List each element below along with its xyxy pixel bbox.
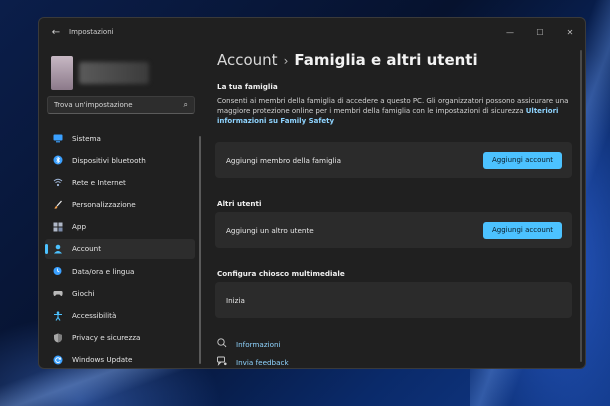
sidebar-item-bluetooth[interactable]: Dispositivi bluetooth	[45, 150, 195, 170]
sidebar-item-personalizzazione[interactable]: Personalizzazione	[45, 195, 195, 215]
monitor-icon	[53, 133, 63, 143]
sidebar-item-windows-update[interactable]: Windows Update	[45, 350, 195, 368]
sidebar-item-label: Data/ora e lingua	[72, 266, 135, 276]
add-other-account-button[interactable]: Aggiungi account	[483, 221, 562, 239]
help-chat-icon	[217, 338, 227, 350]
app-title: Impostazioni	[69, 28, 114, 36]
bluetooth-icon	[53, 155, 63, 165]
feedback-link-label: Invia feedback	[236, 357, 289, 367]
gamepad-icon	[53, 288, 63, 298]
brush-icon	[53, 200, 63, 210]
sidebar-item-app[interactable]: App	[45, 217, 195, 237]
sidebar-item-label: Accessibilità	[72, 311, 117, 320]
kiosk-section-title: Configura chiosco multimediale	[217, 269, 345, 278]
sidebar-scrollbar[interactable]	[199, 136, 201, 364]
sidebar-item-sistema[interactable]: Sistema	[45, 128, 195, 148]
sidebar-item-giochi[interactable]: Giochi	[45, 283, 195, 303]
sidebar-item-label: Dispositivi bluetooth	[72, 155, 146, 165]
apps-icon	[53, 222, 63, 232]
search-icon[interactable]: ⌕	[184, 100, 188, 110]
kiosk-start-card[interactable]: Inizia	[215, 282, 572, 318]
sidebar-item-privacy[interactable]: Privacy e sicurezza	[45, 328, 195, 348]
sidebar-item-label: Windows Update	[72, 355, 133, 365]
arrow-left-icon: ←	[51, 26, 61, 38]
sidebar-item-account[interactable]: Account	[45, 238, 195, 259]
info-link-label: Informazioni	[236, 339, 281, 349]
family-section-title: La tua famiglia	[217, 82, 278, 91]
update-icon	[53, 355, 63, 365]
sidebar-item-label: Giochi	[72, 288, 95, 298]
sidebar-item-accessibilita[interactable]: Accessibilità	[45, 306, 195, 326]
close-icon: ✕	[566, 27, 574, 37]
feedback-link[interactable]: Invia feedback	[217, 356, 289, 368]
add-other-user-card: Aggiungi un altro utente Aggiungi accoun…	[215, 212, 572, 248]
sidebar-item-label: Personalizzazione	[72, 200, 136, 210]
sidebar-nav: Sistema Dispositivi bluetooth Rete e Int…	[45, 128, 195, 368]
content-scrollbar[interactable]	[580, 50, 582, 362]
settings-window: ← Impostazioni — ☐ ✕ ⌕ Sistema Dispositi…	[38, 17, 586, 369]
breadcrumb-current: Famiglia e altri utenti	[294, 51, 478, 69]
title-bar: ← Impostazioni — ☐ ✕	[39, 18, 585, 46]
search-input[interactable]	[54, 101, 174, 109]
accessibility-icon	[53, 310, 63, 321]
breadcrumb-separator: ›	[283, 54, 289, 68]
page-title: Account › Famiglia e altri utenti	[217, 51, 478, 69]
sidebar-item-label: Privacy e sicurezza	[72, 333, 141, 343]
feedback-icon	[217, 356, 227, 368]
family-description-text: Consenti ai membri della famiglia di acc…	[217, 97, 569, 115]
sidebar-item-data-ora[interactable]: Data/ora e lingua	[45, 261, 195, 281]
person-icon	[53, 244, 63, 254]
network-icon	[53, 177, 63, 187]
user-name-redacted	[79, 62, 149, 84]
sidebar-item-label: Rete e Internet	[72, 177, 126, 187]
kiosk-start-label: Inizia	[226, 295, 245, 305]
user-avatar[interactable]	[51, 56, 73, 90]
add-other-user-label: Aggiungi un altro utente	[226, 225, 314, 235]
info-link[interactable]: Informazioni	[217, 338, 281, 350]
maximize-button[interactable]: ☐	[525, 18, 555, 46]
back-button[interactable]: ←	[45, 21, 67, 43]
search-box[interactable]: ⌕	[47, 96, 195, 114]
sidebar-item-label: App	[72, 222, 87, 232]
breadcrumb-account[interactable]: Account	[217, 51, 278, 69]
other-users-section-title: Altri utenti	[217, 199, 262, 208]
family-description: Consenti ai membri della famiglia di acc…	[217, 96, 577, 126]
globe-clock-icon	[53, 266, 63, 276]
sidebar-item-label: Sistema	[72, 133, 101, 143]
sidebar-item-label: Account	[72, 244, 102, 254]
window-controls: — ☐ ✕	[495, 18, 585, 46]
maximize-icon: ☐	[536, 27, 544, 37]
minimize-icon: —	[506, 27, 514, 37]
add-family-member-label: Aggiungi membro della famiglia	[226, 155, 342, 165]
close-button[interactable]: ✕	[555, 18, 585, 46]
minimize-button[interactable]: —	[495, 18, 525, 46]
add-family-member-card: Aggiungi membro della famiglia Aggiungi …	[215, 142, 572, 178]
shield-icon	[53, 333, 63, 343]
add-family-account-button[interactable]: Aggiungi account	[483, 151, 562, 169]
sidebar-item-rete[interactable]: Rete e Internet	[45, 172, 195, 192]
